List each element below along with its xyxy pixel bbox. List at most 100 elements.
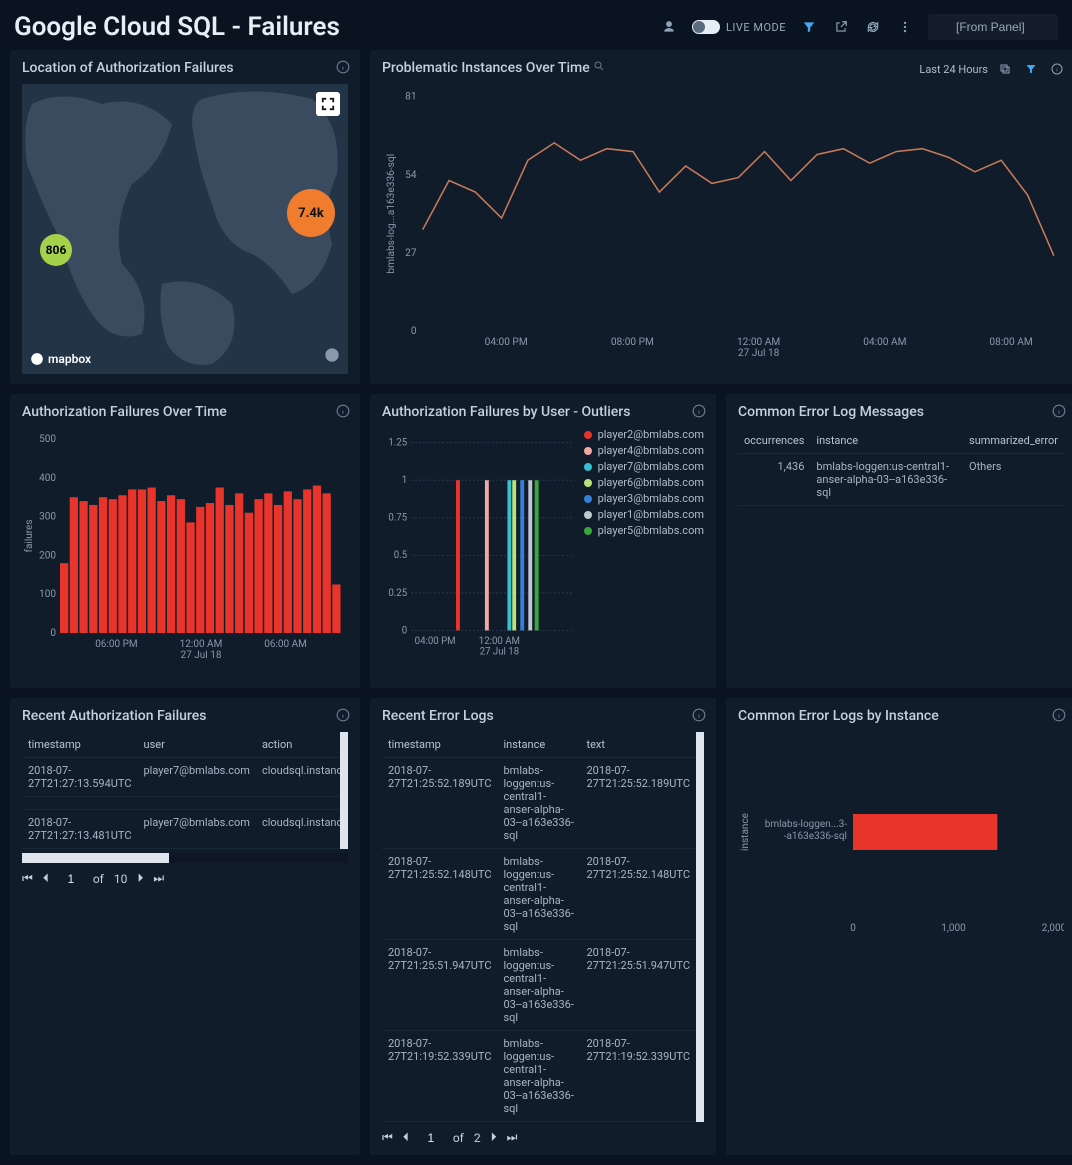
table-header[interactable]: user bbox=[138, 732, 256, 758]
table-row[interactable]: 2018-07-27T21:25:52.148UTCbmlabs-loggen:… bbox=[382, 849, 696, 940]
svg-text:1: 1 bbox=[402, 475, 407, 486]
page-input[interactable] bbox=[59, 872, 83, 886]
info-icon[interactable]: i bbox=[336, 404, 350, 421]
legend-item[interactable]: player7@bmlabs.com bbox=[584, 460, 704, 473]
svg-text:bmlabs-log...a163e336-sql: bmlabs-log...a163e336-sql bbox=[386, 154, 397, 274]
scrollbar[interactable] bbox=[696, 732, 704, 1122]
table-header[interactable]: summarized_error bbox=[963, 428, 1064, 454]
map-bubble-green[interactable]: 806 bbox=[40, 234, 72, 266]
map[interactable]: 806 7.4k mapbox i bbox=[22, 84, 348, 374]
prev-page-icon[interactable]: ⏴ bbox=[403, 1130, 409, 1145]
table-row[interactable]: 2018-07-27T21:25:51.947UTCbmlabs-loggen:… bbox=[382, 940, 696, 1031]
live-mode-label: LIVE MODE bbox=[726, 21, 786, 34]
table-header[interactable]: occurrences bbox=[738, 428, 810, 454]
svg-text:1.25: 1.25 bbox=[388, 438, 407, 449]
legend-item[interactable]: player2@bmlabs.com bbox=[584, 428, 704, 441]
scrollbar[interactable] bbox=[340, 732, 348, 849]
time-range-label: Last 24 Hours bbox=[919, 63, 988, 76]
svg-text:i: i bbox=[342, 410, 344, 416]
line-chart[interactable]: bmlabs-log...a163e336-sql 027548104:00 P… bbox=[382, 84, 1064, 374]
search-icon[interactable] bbox=[593, 60, 605, 76]
refresh-icon[interactable] bbox=[864, 18, 882, 36]
hbar-chart[interactable]: instance bmlabs-loggen...3--a163e336-sql… bbox=[738, 732, 1064, 942]
table-header[interactable]: action bbox=[256, 732, 340, 758]
bar-chart[interactable]: 00.250.50.7511.2504:00 PM12:00 AM27 Jul … bbox=[382, 428, 576, 678]
pager: ⏮ ⏴ of 2 ⏵ ⏭ bbox=[382, 1130, 704, 1145]
panel-title: Recent Authorization Failures bbox=[22, 708, 348, 724]
legend-item[interactable]: player3@bmlabs.com bbox=[584, 492, 704, 505]
of-label: of bbox=[453, 1131, 464, 1145]
svg-text:04:00 AM: 04:00 AM bbox=[863, 337, 906, 348]
info-icon[interactable]: i bbox=[1052, 404, 1066, 421]
svg-text:0: 0 bbox=[850, 923, 856, 934]
time-range-select[interactable] bbox=[928, 14, 1058, 40]
svg-text:08:00 AM: 08:00 AM bbox=[989, 337, 1032, 348]
info-icon[interactable]: i bbox=[336, 60, 350, 77]
map-bubble-orange[interactable]: 7.4k bbox=[287, 189, 335, 237]
legend-item[interactable]: player4@bmlabs.com bbox=[584, 444, 704, 457]
svg-text:1,000: 1,000 bbox=[941, 923, 966, 934]
mapbox-attribution: mapbox bbox=[30, 352, 91, 366]
user-icon bbox=[660, 18, 678, 36]
prev-page-icon[interactable]: ⏴ bbox=[43, 871, 49, 886]
svg-text:300: 300 bbox=[39, 512, 56, 523]
svg-text:27 Jul 18: 27 Jul 18 bbox=[181, 650, 222, 661]
table-header[interactable]: timestamp bbox=[382, 732, 498, 758]
svg-text:0: 0 bbox=[50, 628, 56, 639]
panel-bar-failures: Authorization Failures Over Time i failu… bbox=[10, 394, 360, 688]
table-row[interactable]: 2018-07-27T21:19:52.339UTCbmlabs-loggen:… bbox=[382, 1031, 696, 1122]
svg-text:100: 100 bbox=[39, 589, 56, 600]
filter-icon[interactable] bbox=[800, 18, 818, 36]
info-icon[interactable]: i bbox=[1048, 60, 1066, 78]
legend-item[interactable]: player6@bmlabs.com bbox=[584, 476, 704, 489]
table-row[interactable] bbox=[22, 797, 340, 810]
svg-text:0: 0 bbox=[402, 625, 407, 636]
expand-icon[interactable] bbox=[316, 92, 340, 116]
table-row[interactable]: 2018-07-27T21:25:52.189UTCbmlabs-loggen:… bbox=[382, 758, 696, 849]
error-table: occurrencesinstancesummarized_error1,436… bbox=[738, 428, 1064, 506]
svg-text:i: i bbox=[342, 66, 344, 72]
duplicate-icon[interactable] bbox=[996, 60, 1014, 78]
table-header[interactable]: instance bbox=[498, 732, 581, 758]
page-input[interactable] bbox=[419, 1131, 443, 1145]
svg-text:400: 400 bbox=[39, 473, 56, 484]
table-header[interactable]: timestamp bbox=[22, 732, 138, 758]
legend-item[interactable]: player5@bmlabs.com bbox=[584, 524, 704, 537]
bar-chart[interactable]: failures 010020030040050006:00 PM12:00 A… bbox=[22, 428, 348, 678]
svg-text:0.5: 0.5 bbox=[394, 550, 408, 561]
h-scrollbar[interactable] bbox=[22, 853, 348, 863]
svg-text:81: 81 bbox=[405, 92, 416, 103]
svg-text:i: i bbox=[1056, 68, 1057, 74]
page-total: 2 bbox=[474, 1131, 481, 1145]
info-icon[interactable]: i bbox=[692, 404, 706, 421]
table-row[interactable]: 2018-07-27T21:27:13.481UTCplayer7@bmlabs… bbox=[22, 810, 340, 849]
table-row[interactable]: 1,436bmlabs-loggen:us-central1-anser-alp… bbox=[738, 454, 1064, 506]
panel-map: Location of Authorization Failures i 806… bbox=[10, 50, 360, 384]
info-icon[interactable]: i bbox=[336, 708, 350, 725]
info-icon[interactable]: i bbox=[1052, 708, 1066, 725]
live-mode-toggle[interactable] bbox=[692, 20, 720, 34]
share-icon[interactable] bbox=[832, 18, 850, 36]
svg-text:27 Jul 18: 27 Jul 18 bbox=[480, 647, 519, 658]
last-page-icon[interactable]: ⏭ bbox=[153, 871, 164, 886]
table-row[interactable]: 2018-07-27T21:27:13.594UTCplayer7@bmlabs… bbox=[22, 758, 340, 797]
svg-text:04:00 PM: 04:00 PM bbox=[415, 636, 456, 647]
page-total: 10 bbox=[114, 872, 128, 886]
first-page-icon[interactable]: ⏮ bbox=[382, 1130, 393, 1145]
first-page-icon[interactable]: ⏮ bbox=[22, 871, 33, 886]
svg-text:i: i bbox=[698, 410, 700, 416]
last-page-icon[interactable]: ⏭ bbox=[507, 1130, 518, 1145]
table-header[interactable]: text bbox=[581, 732, 697, 758]
svg-text:12:00 AM: 12:00 AM bbox=[180, 639, 223, 650]
table-header[interactable]: instance bbox=[810, 428, 963, 454]
of-label: of bbox=[93, 872, 104, 886]
legend-item[interactable]: player1@bmlabs.com bbox=[584, 508, 704, 521]
svg-text:0.25: 0.25 bbox=[388, 588, 407, 599]
info-icon[interactable]: i bbox=[692, 708, 706, 725]
next-page-icon[interactable]: ⏵ bbox=[491, 1130, 497, 1145]
filter-icon[interactable] bbox=[1022, 60, 1040, 78]
panel-table-logs: Recent Error Logs i timestampinstancetex… bbox=[370, 698, 716, 1155]
more-icon[interactable] bbox=[896, 18, 914, 36]
map-info-icon[interactable]: i bbox=[324, 347, 340, 366]
next-page-icon[interactable]: ⏵ bbox=[137, 871, 143, 886]
